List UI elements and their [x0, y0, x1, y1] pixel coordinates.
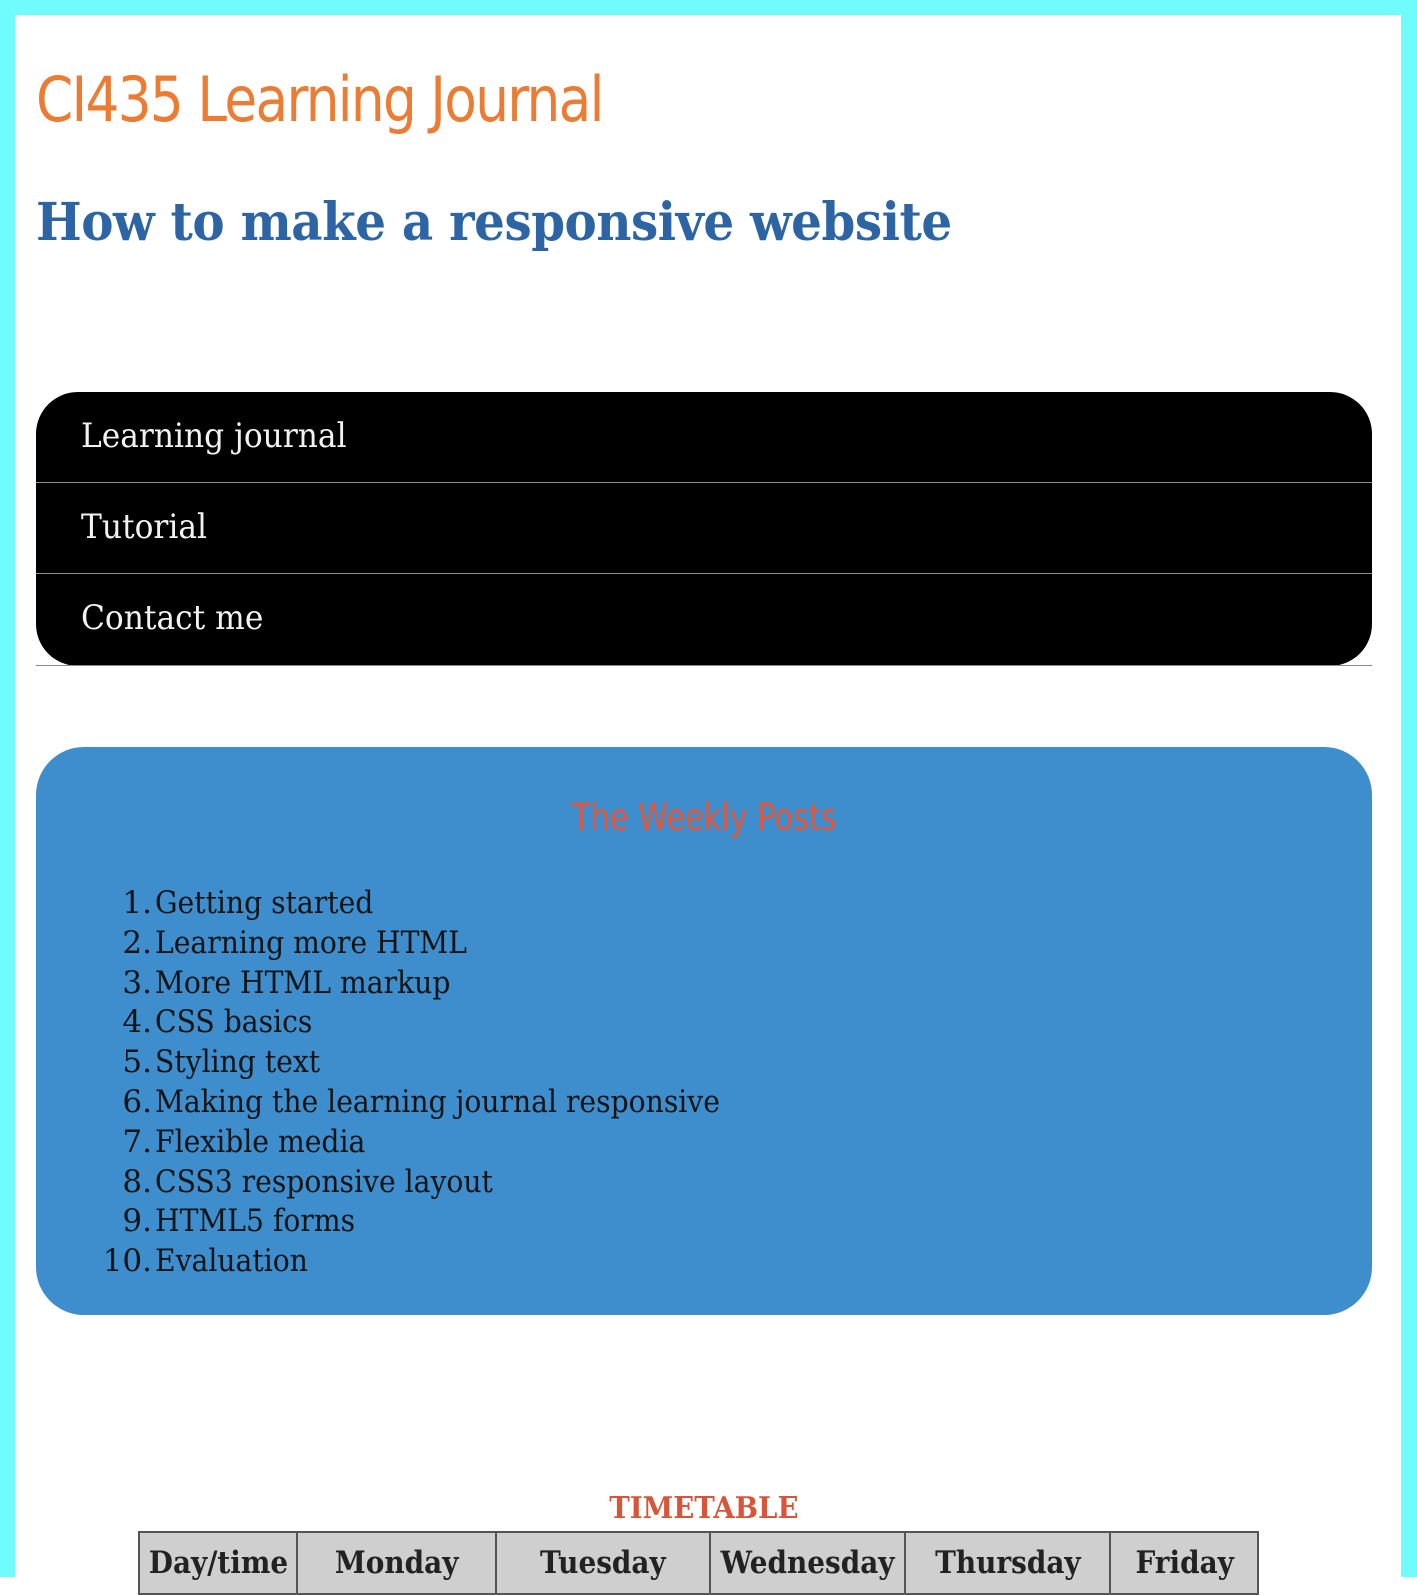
nav-item-tutorial[interactable]: Tutorial: [36, 483, 1372, 574]
timetable-title: TIMETABLE: [36, 1489, 1372, 1529]
weekly-posts-panel: The Weekly Posts 1. Getting started 2. L…: [36, 747, 1372, 1315]
timetable-header-cell: Wednesday: [708, 1531, 907, 1595]
timetable-header-text: Wednesday: [720, 1545, 895, 1581]
timetable-header-cell: Tuesday: [495, 1531, 711, 1595]
nav-item-contact-me[interactable]: Contact me: [36, 574, 1372, 666]
timetable-header-text: Thursday: [934, 1545, 1081, 1581]
nav-item-label: Learning journal: [81, 416, 347, 456]
post-number: 6.: [122, 1083, 152, 1120]
site-title: CI435 Learning Journal: [36, 63, 604, 136]
post-number: 3.: [122, 964, 152, 1001]
post-number: 5.: [122, 1044, 152, 1081]
weekly-posts-heading-text: The Weekly Posts: [571, 796, 837, 839]
post-title[interactable]: More HTML markup: [155, 964, 450, 1004]
timetable-header-text: Day/time: [148, 1545, 288, 1581]
post-title[interactable]: Getting started: [155, 884, 373, 924]
post-number: 9.: [122, 1203, 152, 1240]
post-number: 10.: [102, 1243, 152, 1280]
post-number: 2.: [122, 924, 152, 961]
timetable-header-row: Day/time Monday Tuesday Wednesday Thursd…: [138, 1531, 1260, 1595]
timetable: Day/time Monday Tuesday Wednesday Thursd…: [138, 1531, 1260, 1595]
post-number: 4.: [122, 1004, 152, 1041]
timetable-header-cell: Day/time: [138, 1531, 298, 1595]
page-title: How to make a responsive website: [36, 192, 952, 253]
post-title[interactable]: Making the learning journal responsive: [155, 1083, 720, 1123]
main-navigation: Learning journal Tutorial Contact me: [36, 392, 1372, 666]
timetable-header-cell: Monday: [296, 1531, 497, 1595]
post-title[interactable]: CSS3 responsive layout: [155, 1163, 493, 1203]
weekly-posts-heading: The Weekly Posts: [36, 793, 1372, 843]
post-title[interactable]: CSS basics: [155, 1003, 312, 1043]
post-number: 8.: [122, 1163, 152, 1200]
post-title[interactable]: Evaluation: [155, 1242, 308, 1282]
timetable-header-cell: Friday: [1109, 1531, 1260, 1595]
nav-item-learning-journal[interactable]: Learning journal: [36, 392, 1372, 483]
timetable-header-text: Monday: [334, 1545, 459, 1581]
timetable-header-cell: Thursday: [904, 1531, 1112, 1595]
post-number: 7.: [122, 1123, 152, 1160]
timetable-header-text: Friday: [1134, 1545, 1234, 1581]
post-title[interactable]: Styling text: [155, 1043, 320, 1083]
nav-item-label: Contact me: [81, 598, 264, 638]
nav-divider: [36, 665, 1372, 666]
nav-item-label: Tutorial: [81, 507, 208, 547]
post-title[interactable]: Learning more HTML: [155, 924, 467, 964]
post-title[interactable]: HTML5 forms: [155, 1202, 355, 1242]
timetable-header-text: Tuesday: [540, 1545, 666, 1581]
post-number: 1.: [122, 885, 152, 921]
timetable-title-text: TIMETABLE: [609, 1491, 799, 1526]
post-title[interactable]: Flexible media: [155, 1123, 365, 1163]
